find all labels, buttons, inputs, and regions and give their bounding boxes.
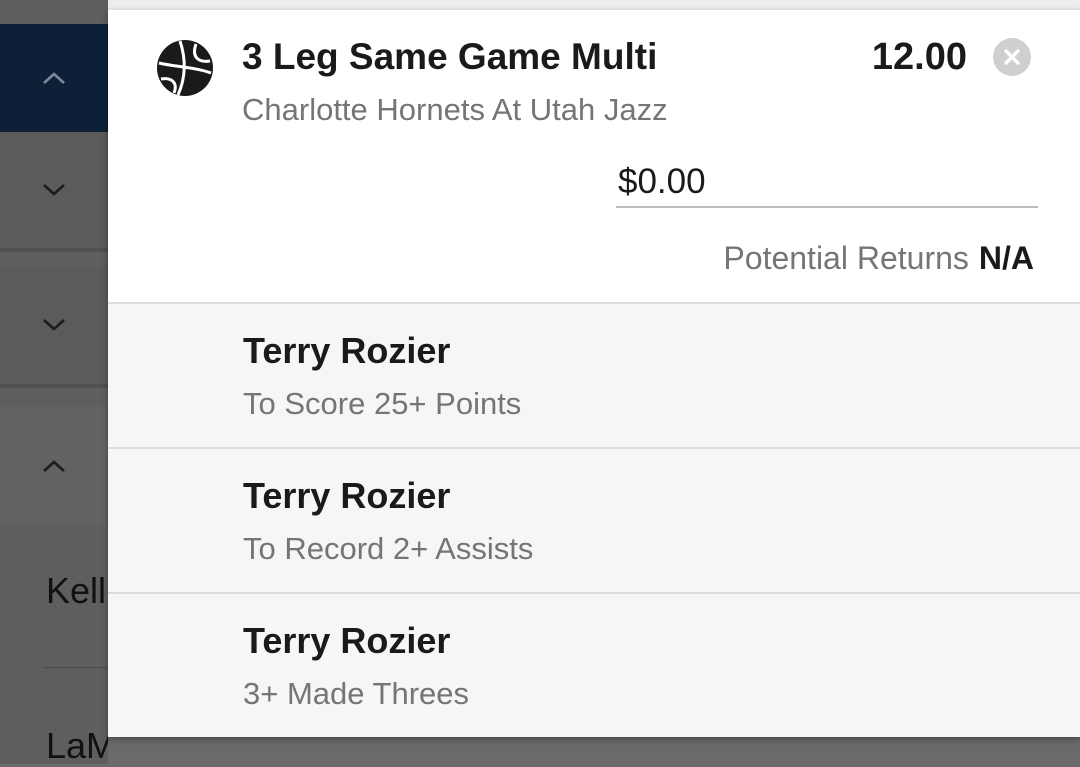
bet-slip-header: 3 Leg Same Game Multi Charlotte Hornets …: [108, 10, 1080, 304]
section-toggle-2[interactable]: [0, 132, 108, 252]
leg-market: 3+ Made Threes: [243, 676, 470, 711]
section-toggle-4[interactable]: [0, 406, 108, 526]
bet-slip-card: 3 Leg Same Game Multi Charlotte Hornets …: [108, 10, 1080, 737]
bet-leg: Terry Rozier To Score 25+ Points: [108, 304, 1080, 449]
section-toggle-1[interactable]: [0, 24, 108, 132]
background-strip: [108, 737, 1080, 764]
background-page: Kell LaM: [0, 0, 116, 766]
potential-returns: Potential Returns N/A: [723, 240, 1034, 277]
background-player-name: LaM: [46, 725, 117, 766]
background-player-name: Kell: [46, 570, 107, 611]
remove-bet-button[interactable]: [993, 38, 1031, 76]
event-name: Charlotte Hornets At Utah Jazz: [242, 92, 668, 127]
leg-player-name: Terry Rozier: [243, 620, 451, 661]
background-strip: [108, 0, 1080, 10]
leg-market: To Record 2+ Assists: [243, 531, 534, 566]
chevron-up-icon: [43, 460, 65, 472]
bet-title: 3 Leg Same Game Multi: [242, 36, 658, 77]
section-toggle-3[interactable]: [0, 266, 108, 388]
stake-input[interactable]: [616, 158, 1038, 208]
bet-leg: Terry Rozier 3+ Made Threes: [108, 594, 1080, 737]
basketball-icon: [157, 40, 213, 96]
divider: [44, 667, 108, 668]
close-icon: [1004, 49, 1020, 65]
chevron-down-icon: [43, 184, 65, 196]
potential-returns-value: N/A: [978, 240, 1034, 276]
leg-market: To Score 25+ Points: [243, 386, 522, 421]
bet-leg: Terry Rozier To Record 2+ Assists: [108, 449, 1080, 594]
chevron-down-icon: [43, 319, 65, 331]
odds-value: 12.00: [871, 36, 967, 78]
potential-returns-label: Potential Returns: [723, 240, 969, 276]
leg-player-name: Terry Rozier: [243, 475, 451, 516]
chevron-up-icon: [43, 72, 65, 84]
leg-player-name: Terry Rozier: [243, 330, 451, 371]
